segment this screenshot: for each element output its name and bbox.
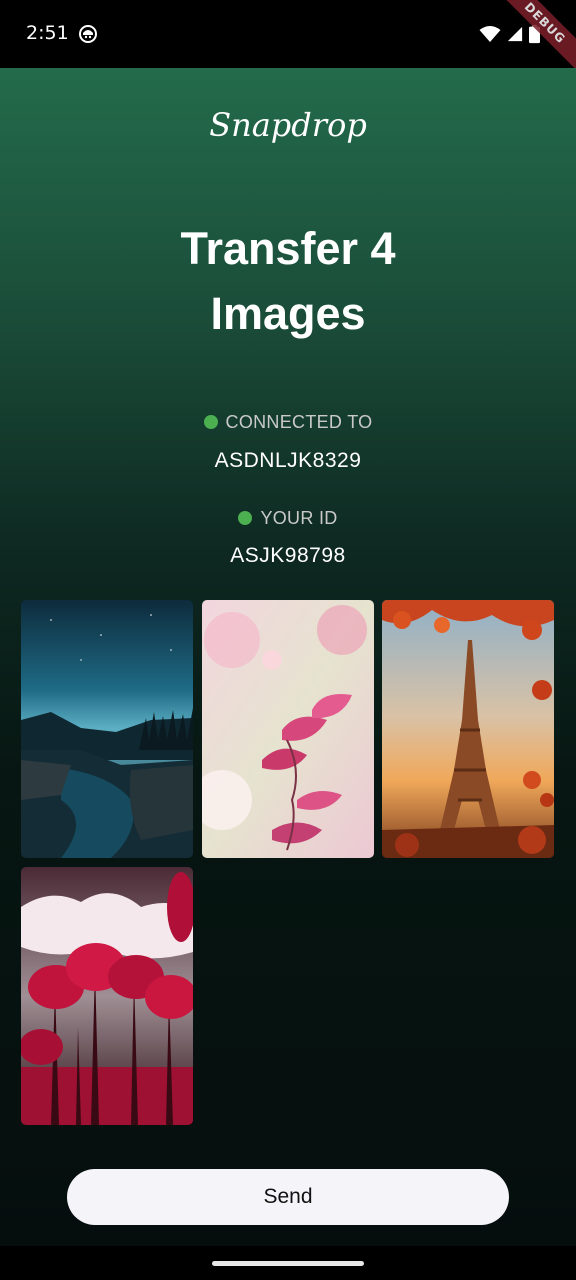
image-thumbnail-3[interactable] (382, 600, 554, 858)
brand-logo: Snapdrop (209, 106, 367, 144)
connected-device-id: ASDNLJK8329 (214, 449, 362, 472)
your-id-status-dot (238, 511, 253, 525)
home-indicator[interactable] (212, 1261, 364, 1266)
your-id-label: YOUR ID (0, 508, 576, 529)
connected-to-label: CONNECTED TO (0, 412, 576, 433)
status-icons (479, 24, 540, 49)
send-button[interactable]: Send (67, 1169, 509, 1225)
image-thumbnail-2[interactable] (202, 600, 374, 858)
title-line-1: Transfer 4 (180, 223, 396, 274)
image-thumbnail-1[interactable] (21, 600, 193, 858)
wifi-icon (479, 25, 501, 48)
status-bar: 2:51 DEBUG (0, 0, 576, 77)
connected-status-dot (203, 415, 218, 429)
page-title: Transfer 4 Images (0, 216, 576, 346)
system-navigation-bar (0, 1246, 576, 1280)
your-device-id: ASJK98798 (230, 544, 346, 567)
title-line-2: Images (210, 288, 366, 339)
image-thumbnail-4[interactable] (21, 867, 193, 1125)
app-notification-icon (79, 25, 97, 43)
status-time: 2:51 (26, 22, 69, 44)
signal-icon (507, 25, 523, 48)
transfer-screen: Snapdrop Transfer 4 Images CONNECTED TO … (0, 68, 576, 1246)
